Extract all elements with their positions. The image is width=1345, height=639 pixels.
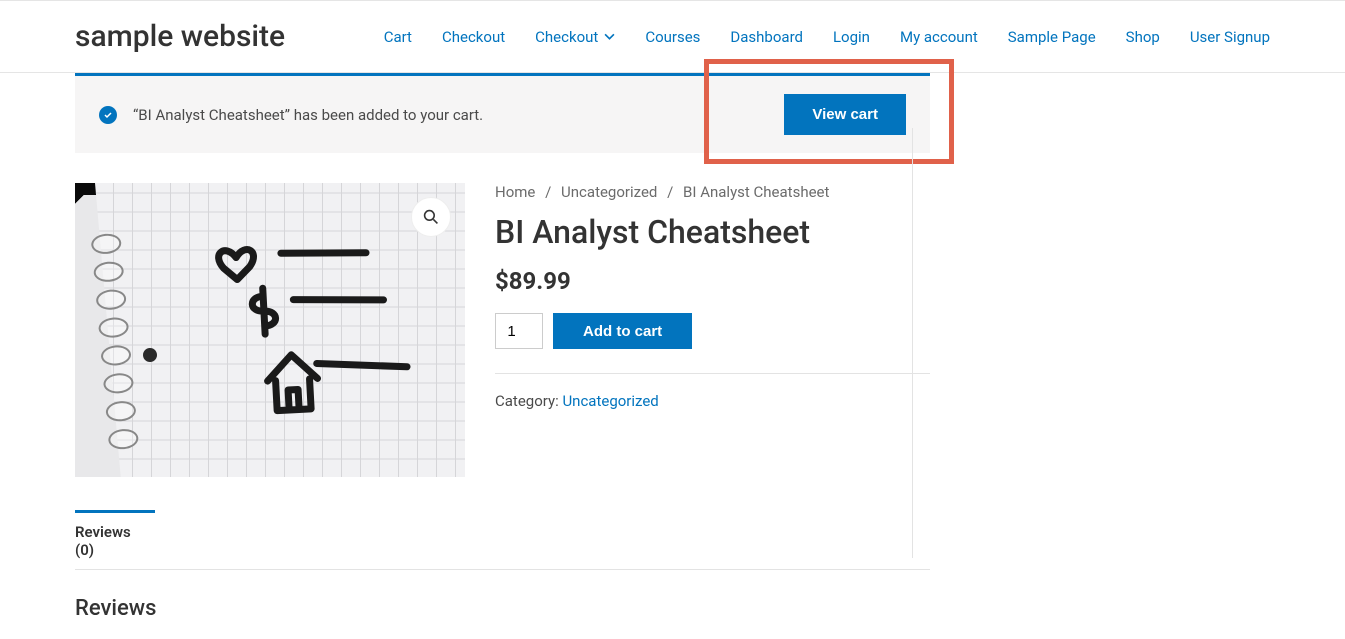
breadcrumb-current: BI Analyst Cheatsheet (683, 183, 829, 201)
breadcrumb-home[interactable]: Home (495, 183, 535, 201)
breadcrumb-sep: / (667, 183, 673, 201)
chevron-down-icon (604, 31, 615, 42)
product-tabs: Reviews (0) (75, 511, 930, 570)
reviews-heading: Reviews (75, 596, 930, 621)
product-title: BI Analyst Cheatsheet (495, 213, 930, 251)
nav-checkout[interactable]: Checkout (442, 28, 505, 46)
divider (495, 373, 930, 374)
nav-sample-page[interactable]: Sample Page (1008, 28, 1096, 46)
site-header: sample website Cart Checkout Checkout Co… (0, 1, 1345, 73)
sidebar-divider (912, 128, 913, 558)
cart-notice: “BI Analyst Cheatsheet” has been added t… (75, 73, 930, 153)
magnifier-icon (423, 209, 439, 225)
nav-login[interactable]: Login (833, 28, 870, 46)
tab-reviews[interactable]: Reviews (0) (75, 510, 155, 569)
view-cart-button[interactable]: View cart (784, 94, 906, 135)
zoom-button[interactable] (411, 197, 451, 237)
nav-dashboard[interactable]: Dashboard (730, 28, 803, 46)
nav-cart[interactable]: Cart (384, 28, 412, 46)
site-title[interactable]: sample website (75, 19, 285, 54)
nav-checkout-dropdown[interactable]: Checkout (535, 28, 615, 46)
primary-nav: Cart Checkout Checkout Courses Dashboard… (384, 28, 1270, 46)
nav-courses[interactable]: Courses (645, 28, 700, 46)
add-to-cart-button[interactable]: Add to cart (553, 313, 692, 349)
breadcrumb-category[interactable]: Uncategorized (561, 183, 657, 201)
nav-my-account[interactable]: My account (900, 28, 978, 46)
breadcrumb: Home / Uncategorized / BI Analyst Cheats… (495, 183, 930, 201)
nav-shop[interactable]: Shop (1126, 28, 1160, 46)
product-category: Category: Uncategorized (495, 392, 930, 410)
quantity-input[interactable] (495, 313, 543, 349)
notice-text: “BI Analyst Cheatsheet” has been added t… (133, 106, 784, 124)
product-price: $89.99 (495, 267, 930, 295)
category-label: Category: (495, 392, 562, 410)
nav-user-signup[interactable]: User Signup (1190, 28, 1270, 46)
breadcrumb-sep: / (545, 183, 551, 201)
category-link[interactable]: Uncategorized (562, 392, 658, 410)
product-image[interactable] (75, 183, 465, 477)
nav-checkout-dropdown-label: Checkout (535, 28, 598, 46)
check-circle-icon (99, 106, 117, 124)
